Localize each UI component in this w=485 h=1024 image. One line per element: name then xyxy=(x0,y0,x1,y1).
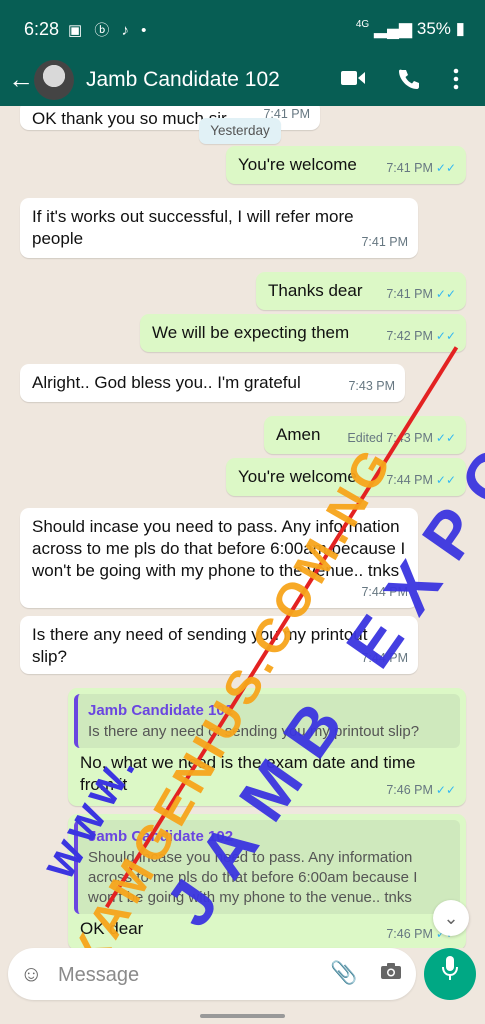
message-text: If it's works out successful, I will ref… xyxy=(32,207,354,248)
read-receipt-icon: ✓✓ xyxy=(435,329,456,343)
message-bubble[interactable]: Amen Edited 7:43 PM ✓✓ xyxy=(264,416,466,454)
message-time: 7:41 PM xyxy=(386,161,433,175)
reply-message-bubble[interactable]: Jamb Candidate 102 Should incase you nee… xyxy=(68,814,466,948)
message-time: 7:41 PM xyxy=(361,235,408,249)
message-meta: 7:44 PM ✓✓ xyxy=(386,469,456,491)
message-time: 7:46 PM xyxy=(386,783,433,797)
reply-message-bubble[interactable]: Jamb Candidate 102 Is there any need of … xyxy=(68,688,466,806)
message-text: Should incase you need to pass. Any info… xyxy=(32,517,406,580)
message-meta: 7:46 PM✓✓ xyxy=(386,779,456,801)
contact-name[interactable]: Jamb Candidate 102 xyxy=(86,68,280,92)
message-text: Is there any need of sending you my prin… xyxy=(32,625,368,666)
message-time: 7:46 PM xyxy=(386,927,433,941)
more-options-icon[interactable] xyxy=(452,68,460,96)
quoted-sender: Jamb Candidate 102 xyxy=(88,702,234,719)
emoji-icon[interactable]: ☺ xyxy=(20,961,42,987)
message-bubble[interactable]: We will be expecting them 7:42 PM ✓✓ xyxy=(140,314,466,352)
scroll-down-icon[interactable]: ⌄ xyxy=(433,900,469,936)
message-meta: 7:41 PM ✓✓ xyxy=(386,283,456,305)
status-bar: 6:28 ▣ ⓑ ♪ • 4G ▂▄▆ 35% ▮ xyxy=(0,0,485,58)
status-right: 4G ▂▄▆ 35% ▮ xyxy=(356,19,465,39)
message-bubble[interactable]: You're welcome 7:41 PM ✓✓ xyxy=(226,146,466,184)
read-receipt-icon: ✓✓ xyxy=(435,287,456,301)
back-arrow-icon[interactable]: ← xyxy=(8,64,34,95)
notification-icons: ▣ ⓑ ♪ • xyxy=(68,22,151,39)
read-receipt-icon: ✓✓ xyxy=(435,431,456,445)
message-time: 7:44 PM xyxy=(361,585,408,599)
message-bubble[interactable]: Should incase you need to pass. Any info… xyxy=(20,508,418,608)
system-nav-bar xyxy=(0,1010,485,1024)
quoted-message[interactable]: Jamb Candidate 102 Is there any need of … xyxy=(74,694,460,748)
home-gesture-pill[interactable] xyxy=(200,1014,285,1018)
network-label: 4G xyxy=(355,19,370,30)
message-bubble[interactable]: Thanks dear 7:41 PM ✓✓ xyxy=(256,272,466,310)
phone-icon[interactable] xyxy=(398,68,420,96)
attach-icon[interactable]: 📎 xyxy=(330,960,357,986)
chat-header: ← Jamb Candidate 102 xyxy=(0,58,485,106)
message-time: Edited 7:43 PM xyxy=(347,431,433,445)
message-input-box[interactable]: ☺ 📎 xyxy=(8,948,416,1000)
message-time: 7:41 PM xyxy=(386,287,433,301)
read-receipt-icon: ✓✓ xyxy=(435,473,456,487)
message-bubble[interactable]: If it's works out successful, I will ref… xyxy=(20,198,418,258)
quoted-text: Should incase you need to pass. Any info… xyxy=(88,849,418,906)
message-text: Alright.. God bless you.. I'm grateful xyxy=(32,373,301,392)
camera-icon[interactable] xyxy=(380,960,402,986)
read-receipt-icon: ✓✓ xyxy=(435,161,456,175)
message-time: 7:43 PM xyxy=(348,379,395,393)
message-time: 7:44 PM xyxy=(361,651,408,665)
message-time: 7:44 PM xyxy=(386,473,433,487)
signal-icon: ▂▄▆ xyxy=(373,19,413,38)
battery-icon: ▮ xyxy=(455,19,465,38)
battery-level: 35% xyxy=(416,19,451,38)
chat-area[interactable]: OK thank you so much sir 7:41 PM Yesterd… xyxy=(0,106,485,948)
message-bubble[interactable]: Is there any need of sending you my prin… xyxy=(20,616,418,674)
message-bubble[interactable]: Alright.. God bless you.. I'm grateful 7… xyxy=(20,364,405,402)
message-input[interactable] xyxy=(56,960,320,990)
message-time: 7:42 PM xyxy=(386,329,433,343)
status-time: 6:28 xyxy=(24,19,60,39)
message-meta: 7:42 PM ✓✓ xyxy=(386,325,456,347)
read-receipt-icon: ✓✓ xyxy=(435,783,456,797)
quoted-text: Is there any need of sending you my prin… xyxy=(88,723,420,740)
message-meta: 7:41 PM ✓✓ xyxy=(386,157,456,179)
avatar[interactable] xyxy=(34,60,74,100)
mic-icon[interactable] xyxy=(424,948,476,1000)
video-call-icon[interactable] xyxy=(340,68,366,94)
date-chip: Yesterday xyxy=(199,118,281,144)
message-bubble[interactable]: You're welcome 7:44 PM ✓✓ xyxy=(226,458,466,496)
